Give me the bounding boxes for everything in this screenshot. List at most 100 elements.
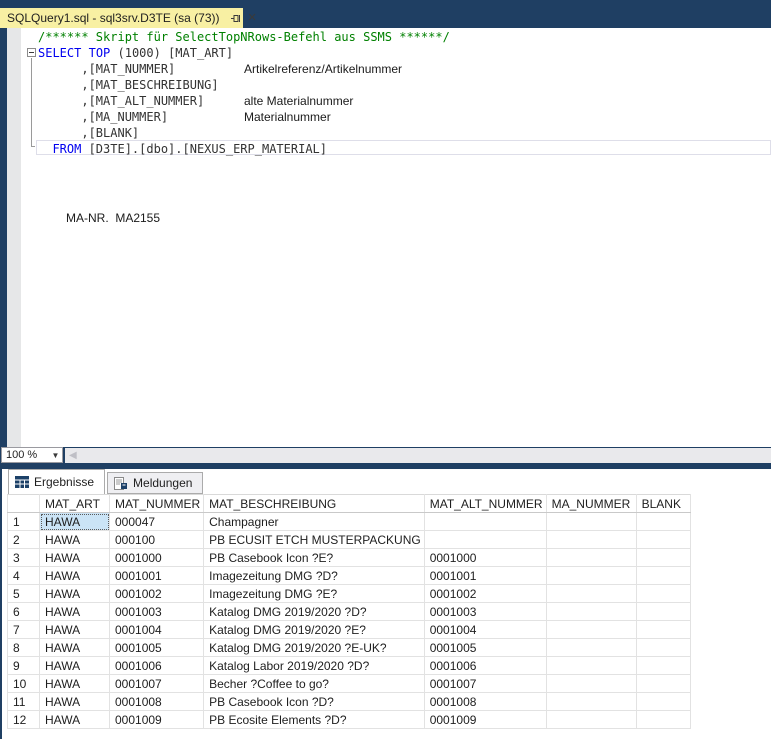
- horizontal-scrollbar[interactable]: ◀: [65, 448, 771, 463]
- cell-10-mat_nummer[interactable]: 0001007: [110, 675, 204, 693]
- column-header-mat_alt_nummer[interactable]: MAT_ALT_NUMMER: [424, 495, 546, 513]
- cell-6-mat_beschreibung[interactable]: Katalog DMG 2019/2020 ?D?: [204, 603, 425, 621]
- row-header-5[interactable]: 5: [8, 585, 40, 603]
- cell-11-mat_art[interactable]: HAWA: [40, 693, 110, 711]
- row-header-12[interactable]: 12: [8, 711, 40, 729]
- cell-5-mat_alt_nummer[interactable]: 0001002: [424, 585, 546, 603]
- cell-5-mat_beschreibung[interactable]: Imagezeitung DMG ?E?: [204, 585, 425, 603]
- row-header-4[interactable]: 4: [8, 567, 40, 585]
- cell-10-mat_alt_nummer[interactable]: 0001007: [424, 675, 546, 693]
- cell-5-mat_nummer[interactable]: 0001002: [110, 585, 204, 603]
- row-header-6[interactable]: 6: [8, 603, 40, 621]
- code-line-5[interactable]: ,[MAT_ALT_NUMMER]: [7, 93, 771, 109]
- row-header-1[interactable]: 1: [8, 513, 40, 531]
- cell-2-mat_beschreibung[interactable]: PB ECUSIT ETCH MUSTERPACKUNG: [204, 531, 425, 549]
- cell-1-mat_beschreibung[interactable]: Champagner: [204, 513, 425, 531]
- code-line-1[interactable]: /****** Skript für SelectTopNRows-Befehl…: [7, 29, 771, 45]
- column-header-blank[interactable]: BLANK: [636, 495, 690, 513]
- cell-5-blank[interactable]: [636, 585, 690, 603]
- cell-4-mat_alt_nummer[interactable]: 0001001: [424, 567, 546, 585]
- cell-10-blank[interactable]: [636, 675, 690, 693]
- code-line-2[interactable]: SELECT TOP (1000) [MAT_ART]: [7, 45, 771, 61]
- cell-4-ma_nummer[interactable]: [546, 567, 636, 585]
- cell-11-blank[interactable]: [636, 693, 690, 711]
- cell-1-mat_alt_nummer[interactable]: [424, 513, 546, 531]
- cell-4-mat_beschreibung[interactable]: Imagezeitung DMG ?D?: [204, 567, 425, 585]
- cell-12-mat_alt_nummer[interactable]: 0001009: [424, 711, 546, 729]
- cell-10-mat_art[interactable]: HAWA: [40, 675, 110, 693]
- cell-12-blank[interactable]: [636, 711, 690, 729]
- cell-5-mat_art[interactable]: HAWA: [40, 585, 110, 603]
- cell-1-ma_nummer[interactable]: [546, 513, 636, 531]
- cell-11-mat_alt_nummer[interactable]: 0001008: [424, 693, 546, 711]
- cell-12-ma_nummer[interactable]: [546, 711, 636, 729]
- code-line-4[interactable]: ,[MAT_BESCHREIBUNG]: [7, 77, 771, 93]
- scroll-left-arrow-icon[interactable]: ◀: [65, 450, 77, 461]
- cell-8-mat_alt_nummer[interactable]: 0001005: [424, 639, 546, 657]
- tab-ergebnisse[interactable]: Ergebnisse: [8, 469, 105, 494]
- zoom-level-dropdown[interactable]: 100 % ▼: [1, 447, 63, 463]
- cell-9-blank[interactable]: [636, 657, 690, 675]
- row-header-9[interactable]: 9: [8, 657, 40, 675]
- cell-12-mat_nummer[interactable]: 0001009: [110, 711, 204, 729]
- cell-12-mat_beschreibung[interactable]: PB Ecosite Elements ?D?: [204, 711, 425, 729]
- cell-9-mat_art[interactable]: HAWA: [40, 657, 110, 675]
- code-line-8[interactable]: FROM [D3TE].[dbo].[NEXUS_ERP_MATERIAL]: [7, 141, 771, 157]
- cell-7-mat_alt_nummer[interactable]: 0001004: [424, 621, 546, 639]
- column-header-mat_beschreibung[interactable]: MAT_BESCHREIBUNG: [204, 495, 425, 513]
- column-header-ma_nummer[interactable]: MA_NUMMER: [546, 495, 636, 513]
- cell-4-blank[interactable]: [636, 567, 690, 585]
- cell-9-ma_nummer[interactable]: [546, 657, 636, 675]
- cell-8-mat_beschreibung[interactable]: Katalog DMG 2019/2020 ?E-UK?: [204, 639, 425, 657]
- cell-1-mat_art[interactable]: HAWA: [40, 513, 110, 531]
- row-header-2[interactable]: 2: [8, 531, 40, 549]
- row-header-11[interactable]: 11: [8, 693, 40, 711]
- cell-7-mat_beschreibung[interactable]: Katalog DMG 2019/2020 ?E?: [204, 621, 425, 639]
- cell-11-mat_beschreibung[interactable]: PB Casebook Icon ?D?: [204, 693, 425, 711]
- cell-12-mat_art[interactable]: HAWA: [40, 711, 110, 729]
- cell-5-ma_nummer[interactable]: [546, 585, 636, 603]
- cell-1-blank[interactable]: [636, 513, 690, 531]
- cell-7-mat_art[interactable]: HAWA: [40, 621, 110, 639]
- cell-1-mat_nummer[interactable]: 000047: [110, 513, 204, 531]
- row-header-8[interactable]: 8: [8, 639, 40, 657]
- cell-6-ma_nummer[interactable]: [546, 603, 636, 621]
- cell-6-blank[interactable]: [636, 603, 690, 621]
- cell-10-mat_beschreibung[interactable]: Becher ?Coffee to go?: [204, 675, 425, 693]
- code-line-6[interactable]: ,[MA_NUMMER]: [7, 109, 771, 125]
- cell-9-mat_beschreibung[interactable]: Katalog Labor 2019/2020 ?D?: [204, 657, 425, 675]
- cell-7-ma_nummer[interactable]: [546, 621, 636, 639]
- code-line-7[interactable]: ,[BLANK]: [7, 125, 771, 141]
- cell-6-mat_alt_nummer[interactable]: 0001003: [424, 603, 546, 621]
- cell-3-blank[interactable]: [636, 549, 690, 567]
- cell-9-mat_alt_nummer[interactable]: 0001006: [424, 657, 546, 675]
- cell-10-ma_nummer[interactable]: [546, 675, 636, 693]
- cell-8-blank[interactable]: [636, 639, 690, 657]
- cell-8-ma_nummer[interactable]: [546, 639, 636, 657]
- row-header-7[interactable]: 7: [8, 621, 40, 639]
- cell-9-mat_nummer[interactable]: 0001006: [110, 657, 204, 675]
- cell-3-mat_art[interactable]: HAWA: [40, 549, 110, 567]
- cell-3-mat_beschreibung[interactable]: PB Casebook Icon ?E?: [204, 549, 425, 567]
- cell-7-blank[interactable]: [636, 621, 690, 639]
- cell-2-ma_nummer[interactable]: [546, 531, 636, 549]
- sql-editor[interactable]: /****** Skript für SelectTopNRows-Befehl…: [7, 28, 771, 447]
- cell-6-mat_nummer[interactable]: 0001003: [110, 603, 204, 621]
- cell-2-blank[interactable]: [636, 531, 690, 549]
- cell-2-mat_art[interactable]: HAWA: [40, 531, 110, 549]
- column-header-mat_art[interactable]: MAT_ART: [40, 495, 110, 513]
- cell-11-mat_nummer[interactable]: 0001008: [110, 693, 204, 711]
- pin-icon[interactable]: [230, 13, 241, 24]
- cell-2-mat_nummer[interactable]: 000100: [110, 531, 204, 549]
- cell-3-ma_nummer[interactable]: [546, 549, 636, 567]
- document-tab[interactable]: SQLQuery1.sql - sql3srv.D3TE (sa (73)) ✕: [0, 8, 243, 28]
- close-icon[interactable]: ✕: [248, 13, 257, 24]
- code-area[interactable]: /****** Skript für SelectTopNRows-Befehl…: [7, 29, 771, 157]
- cell-3-mat_nummer[interactable]: 0001000: [110, 549, 204, 567]
- cell-3-mat_alt_nummer[interactable]: 0001000: [424, 549, 546, 567]
- column-header-mat_nummer[interactable]: MAT_NUMMER: [110, 495, 204, 513]
- cell-8-mat_nummer[interactable]: 0001005: [110, 639, 204, 657]
- grid-corner-cell[interactable]: [8, 495, 40, 513]
- cell-4-mat_nummer[interactable]: 0001001: [110, 567, 204, 585]
- tab-meldungen[interactable]: Meldungen: [107, 472, 203, 494]
